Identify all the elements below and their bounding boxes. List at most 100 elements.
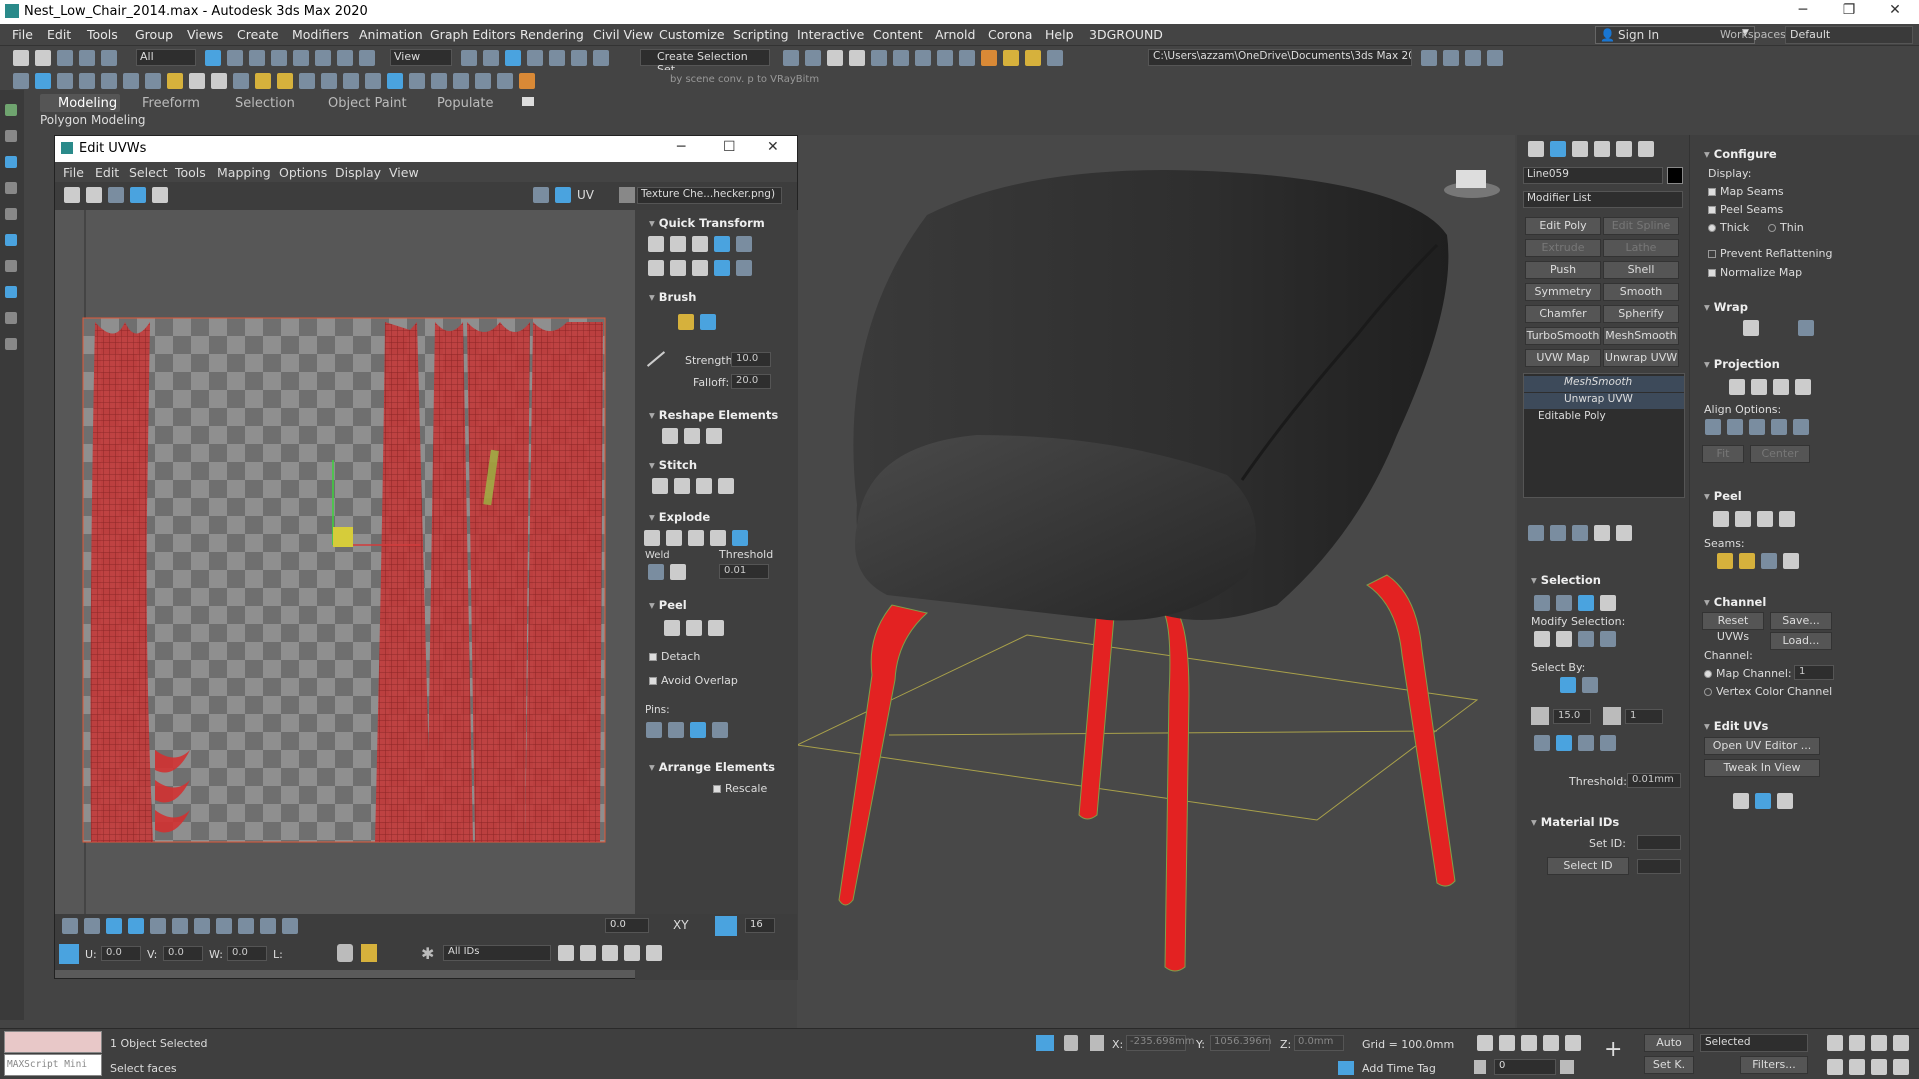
minimize-icon[interactable]: ─ xyxy=(1780,2,1826,18)
window-crossing-icon[interactable] xyxy=(271,50,287,66)
planar-icon[interactable] xyxy=(1603,707,1621,725)
seam-edge-icon[interactable] xyxy=(1739,553,1755,569)
avoid-overlap-checkbox[interactable]: Avoid Overlap xyxy=(649,674,738,687)
menu-content[interactable]: Content xyxy=(873,27,923,42)
menu-tools[interactable]: Tools xyxy=(87,27,118,42)
seam-loop-icon[interactable] xyxy=(1761,553,1777,569)
z-axis-icon[interactable] xyxy=(1600,735,1616,751)
stack-item-meshsmooth[interactable]: MeshSmooth xyxy=(1524,376,1684,392)
qt-icon-2[interactable] xyxy=(670,236,686,252)
uvw-pen-icon[interactable] xyxy=(282,918,298,934)
extra-icon-11[interactable] xyxy=(365,73,381,89)
map-seams-checkbox[interactable]: Map Seams xyxy=(1708,185,1784,198)
qt-icon-1[interactable] xyxy=(648,236,664,252)
key-filter-dropdown[interactable]: Selected xyxy=(1700,1034,1808,1052)
brush-relax-icon[interactable] xyxy=(678,314,694,330)
project-icon-2[interactable] xyxy=(1443,50,1459,66)
save-button[interactable]: Save... xyxy=(1770,612,1832,630)
uvw-shrink-icon[interactable] xyxy=(172,918,188,934)
box-icon[interactable] xyxy=(167,73,183,89)
strip-icon-6[interactable] xyxy=(5,234,17,246)
strip-icon-10[interactable] xyxy=(5,338,17,350)
uvw-close-icon[interactable]: ✕ xyxy=(767,139,779,155)
peel-rollout-header[interactable]: Peel xyxy=(1704,489,1742,503)
curve-editor-icon[interactable] xyxy=(893,50,909,66)
layer-explorer-icon[interactable] xyxy=(849,50,865,66)
seam-convert-icon[interactable] xyxy=(1783,553,1799,569)
pin-icon-4[interactable] xyxy=(712,722,728,738)
zoom-region-icon[interactable] xyxy=(602,945,618,961)
peel-icon-1[interactable] xyxy=(664,620,680,636)
select-object-icon[interactable] xyxy=(205,50,221,66)
explode-icon-5[interactable] xyxy=(732,530,748,546)
vray-icon[interactable] xyxy=(1025,50,1041,66)
uvw-xy-label[interactable]: XY xyxy=(673,918,689,932)
quick-peel-icon[interactable] xyxy=(1713,511,1729,527)
edit-uvs-icon-3[interactable] xyxy=(1777,793,1793,809)
uvw-grid-icon[interactable] xyxy=(715,916,737,936)
place-icon[interactable] xyxy=(359,50,375,66)
keyboard-shortcut-icon[interactable] xyxy=(505,50,521,66)
push-button[interactable]: Push xyxy=(1525,261,1601,279)
qt-icon-9[interactable] xyxy=(714,260,730,276)
nav-orbit-icon[interactable] xyxy=(1871,1059,1887,1075)
align-y-icon[interactable] xyxy=(1727,419,1743,435)
uvw-ring-icon[interactable] xyxy=(216,918,232,934)
uvw-align-icon[interactable] xyxy=(238,918,254,934)
modify-tab-icon[interactable] xyxy=(1550,141,1566,157)
show-end-result-icon[interactable] xyxy=(1550,525,1566,541)
spherical-map-icon[interactable] xyxy=(1773,379,1789,395)
y-axis-icon[interactable] xyxy=(1578,735,1594,751)
lathe-button[interactable]: Lathe xyxy=(1603,239,1679,257)
cone-icon[interactable] xyxy=(233,73,249,89)
configure-header[interactable]: Configure xyxy=(1704,147,1777,161)
modifier-list-dropdown[interactable]: Modifier List xyxy=(1523,191,1683,208)
brush-header[interactable]: Brush xyxy=(649,290,697,304)
uvw-menu-file[interactable]: File xyxy=(63,165,84,180)
y-coord-field[interactable]: 1056.396m xyxy=(1210,1035,1271,1051)
uvw-menu-select[interactable]: Select xyxy=(129,165,168,180)
qt-icon-3[interactable] xyxy=(692,236,708,252)
menu-edit[interactable]: Edit xyxy=(47,27,71,42)
prevent-reflattening-checkbox[interactable]: Prevent Reflattening xyxy=(1708,247,1833,260)
menu-customize[interactable]: Customize xyxy=(659,27,725,42)
previous-frame-icon[interactable] xyxy=(1499,1035,1515,1051)
viewcube-icon[interactable] xyxy=(1444,170,1500,198)
z-coord-field[interactable]: 0.0mm xyxy=(1294,1035,1344,1051)
make-unique-icon[interactable] xyxy=(1572,525,1588,541)
quick-transform-header[interactable]: Quick Transform xyxy=(649,216,765,230)
display-tab-icon[interactable] xyxy=(1616,141,1632,157)
extra-icon-18[interactable] xyxy=(519,73,535,89)
align-view-icon[interactable] xyxy=(1793,419,1809,435)
time-config-icon[interactable] xyxy=(1560,1060,1574,1074)
ring-icon[interactable] xyxy=(1600,631,1616,647)
tab-freeform[interactable]: Freeform xyxy=(142,96,200,111)
tab-modeling[interactable]: Modeling xyxy=(58,96,117,111)
uvw-minimize-icon[interactable]: ─ xyxy=(677,139,685,155)
unfold-strip-icon[interactable] xyxy=(1798,320,1814,336)
detach-checkbox[interactable]: Detach xyxy=(649,650,700,663)
material-ids-header[interactable]: Material IDs xyxy=(1531,815,1620,829)
uvw-show-map-icon[interactable] xyxy=(555,187,571,203)
select-by-other-icon[interactable] xyxy=(1582,677,1598,693)
edge-mode-icon[interactable] xyxy=(1556,595,1572,611)
extra-icon-10[interactable] xyxy=(343,73,359,89)
uvw-menu-view[interactable]: View xyxy=(389,165,419,180)
light-icon[interactable] xyxy=(255,73,271,89)
thick-radio[interactable]: Thick xyxy=(1708,221,1749,234)
object-name-field[interactable]: Line059 xyxy=(1523,167,1663,184)
current-frame-field[interactable]: 0 xyxy=(1494,1059,1556,1075)
bind-icon[interactable] xyxy=(101,50,117,66)
qt-icon-6[interactable] xyxy=(648,260,664,276)
ribbon-subpanel[interactable]: Polygon Modeling xyxy=(40,113,146,131)
nav-maximize-icon[interactable] xyxy=(1893,1059,1909,1075)
uvw-uv-label[interactable]: UV xyxy=(577,188,594,202)
corona-icon[interactable] xyxy=(1047,50,1063,66)
extra-icon-9[interactable] xyxy=(321,73,337,89)
extra-icon-3[interactable] xyxy=(57,73,73,89)
tab-selection[interactable]: Selection xyxy=(235,96,295,111)
scene-explorer-icon[interactable] xyxy=(827,50,843,66)
uvw-menu-options[interactable]: Options xyxy=(279,165,327,180)
nav-extents-icon[interactable] xyxy=(1871,1035,1887,1051)
uvw-texture-dropdown[interactable]: Texture Che...hecker.png) xyxy=(637,187,782,204)
